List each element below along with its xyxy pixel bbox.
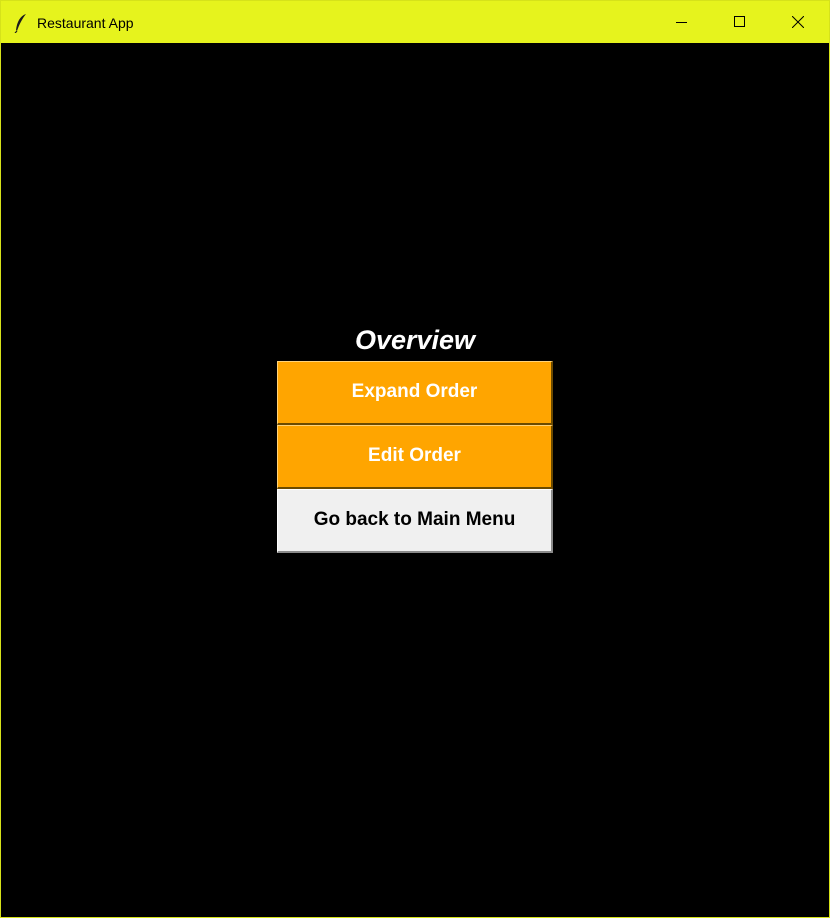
expand-order-button[interactable]: Expand Order <box>277 361 553 425</box>
app-window: Restaurant App Overview Expand Order Edi… <box>0 0 830 918</box>
maximize-button[interactable] <box>711 1 769 43</box>
main-content: Overview Expand Order Edit Order Go back… <box>1 43 829 917</box>
close-icon <box>792 16 804 28</box>
minimize-icon <box>676 22 687 23</box>
window-title: Restaurant App <box>37 15 134 31</box>
minimize-button[interactable] <box>653 1 711 43</box>
page-title: Overview <box>354 325 476 355</box>
title-bar[interactable]: Restaurant App <box>1 1 829 43</box>
feather-icon <box>13 13 29 34</box>
main-menu-button[interactable]: Go back to Main Menu <box>277 489 553 553</box>
close-button[interactable] <box>769 1 827 43</box>
maximize-icon <box>734 16 745 27</box>
edit-order-button[interactable]: Edit Order <box>277 425 553 489</box>
